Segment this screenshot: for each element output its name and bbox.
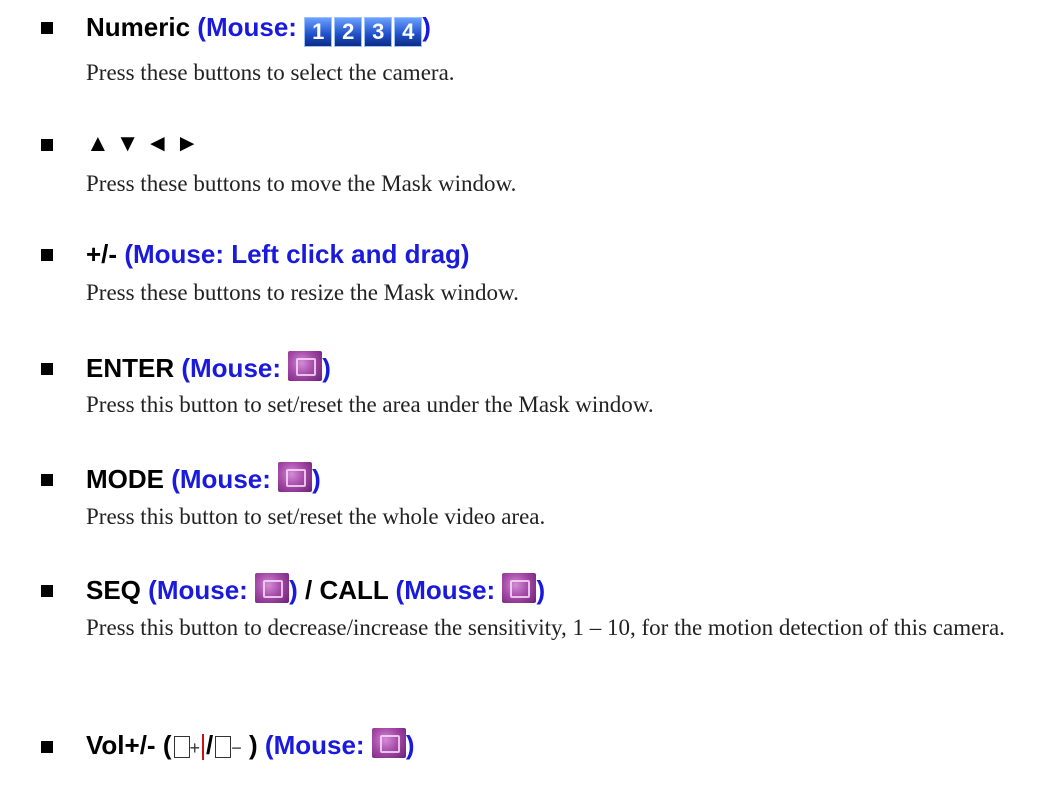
heading-key-seq: SEQ	[86, 575, 141, 605]
heading-key: +/-	[86, 239, 118, 269]
volume-up-symbol: +	[172, 736, 201, 758]
heading-key-call: CALL	[319, 575, 389, 605]
numkey-2: 2	[334, 17, 363, 47]
numkey-4: 4	[394, 17, 423, 47]
bullet	[41, 741, 53, 753]
heading-close-2: )	[536, 575, 546, 605]
heading-mouse-2: (Mouse:	[395, 575, 496, 605]
heading-close: )	[289, 575, 298, 605]
speaker-icon	[215, 736, 232, 758]
item-description: Press this button to set/reset the whole…	[86, 504, 546, 529]
item-heading: Numeric (Mouse: 1 2 3 4 )	[86, 12, 431, 47]
numkey-1: 1	[304, 17, 333, 47]
item-heading: +/- (Mouse: Left click and drag)	[86, 239, 470, 269]
heading-mouse: (Mouse:	[181, 353, 282, 383]
heading-close: )	[322, 353, 331, 383]
heading-close: )	[312, 464, 321, 494]
numeric-keypad-icon: 1 2 3 4	[304, 17, 423, 47]
heading-separator: /	[304, 575, 313, 605]
heading-key: Vol+/-	[86, 730, 156, 760]
speaker-icon	[173, 736, 190, 758]
heading-key: Numeric	[86, 12, 191, 42]
item-heading: SEQ (Mouse: ) / CALL (Mouse: )	[86, 573, 545, 605]
item-heading: ENTER (Mouse: )	[86, 351, 331, 383]
heading-mouse: (Mouse:	[171, 464, 271, 494]
volume-button-icon	[371, 728, 406, 758]
call-button-icon	[502, 573, 537, 603]
heading-key: MODE	[86, 464, 164, 494]
item-heading: Vol+/- (+ / − ) (Mouse: )	[86, 728, 414, 763]
heading-close: )	[422, 12, 431, 42]
bullet	[41, 363, 53, 375]
volume-down-symbol: −	[213, 736, 242, 758]
item-description: Press these buttons to resize the Mask w…	[86, 280, 519, 305]
item-description: Press these buttons to move the Mask win…	[86, 171, 517, 196]
bullet	[41, 474, 53, 486]
divider-mark	[202, 734, 205, 760]
item-heading: ▲▼◄►	[86, 130, 206, 157]
heading-mouse: (Mouse:	[264, 730, 365, 760]
plus-sign: +	[189, 738, 201, 758]
bullet	[41, 22, 53, 34]
numkey-3: 3	[364, 17, 393, 47]
heading-key: ENTER	[86, 353, 175, 383]
heading-close: )	[405, 730, 415, 760]
paren-close: )	[249, 730, 258, 760]
item-heading: MODE (Mouse: )	[86, 462, 321, 494]
item-description: Press these buttons to select the camera…	[86, 60, 455, 85]
seq-button-icon	[255, 573, 290, 603]
bullet	[41, 139, 53, 151]
paren-open: (	[162, 730, 172, 760]
heading-mouse: (Mouse:	[148, 575, 248, 605]
mode-button-icon	[278, 462, 313, 492]
minus-sign: −	[231, 738, 242, 758]
item-description: Press this button to set/reset the area …	[86, 392, 654, 417]
bullet	[41, 249, 53, 261]
bullet	[41, 585, 53, 597]
item-description: Press this button to decrease/increase t…	[86, 615, 1005, 640]
enter-button-icon	[288, 351, 323, 381]
heading-mouse: (Mouse:	[197, 12, 297, 42]
heading-mouse: (Mouse: Left click and drag)	[124, 239, 470, 269]
